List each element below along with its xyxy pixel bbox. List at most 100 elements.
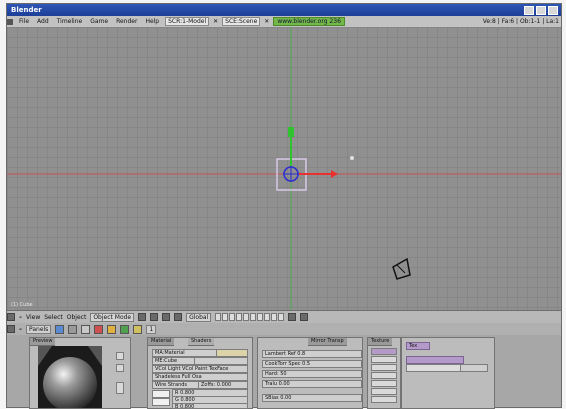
- shadow-bias-field[interactable]: SBias 0.00: [262, 394, 362, 402]
- camera-icon[interactable]: [392, 257, 411, 280]
- tex-button[interactable]: Tex: [406, 342, 430, 350]
- shaders-tab[interactable]: Shaders: [188, 338, 215, 346]
- preview-type-button[interactable]: [116, 352, 124, 360]
- texture-slots-panel: Texture: [367, 337, 401, 409]
- texture-slot[interactable]: [371, 356, 397, 363]
- zoffs-field[interactable]: Zoffs: 0.000: [198, 381, 248, 389]
- texture-tab[interactable]: Texture: [368, 338, 393, 346]
- draw-type-icon[interactable]: [138, 313, 147, 321]
- menu-help[interactable]: Help: [143, 18, 161, 25]
- window-title-bar: Blender: [7, 4, 561, 16]
- editor-type-icon[interactable]: [7, 325, 15, 333]
- wire-options[interactable]: Wire Strands: [152, 381, 202, 389]
- texture-options-row[interactable]: [460, 364, 488, 372]
- pivot-icon[interactable]: [150, 313, 159, 321]
- gizmo-y-arrow-head[interactable]: [288, 127, 294, 137]
- gizmo-x-arrow-head[interactable]: [331, 170, 338, 178]
- material-tab[interactable]: Material: [148, 338, 175, 346]
- menu-timeline[interactable]: Timeline: [55, 18, 85, 25]
- frame-number[interactable]: 1: [146, 324, 157, 334]
- translucency-field[interactable]: Tralu 0.00: [262, 380, 362, 388]
- editor-type-icon[interactable]: [7, 313, 15, 321]
- translate-icon[interactable]: [174, 313, 183, 321]
- layer-button[interactable]: [271, 313, 278, 321]
- texture-slot[interactable]: [371, 372, 397, 379]
- close-button[interactable]: [548, 6, 558, 15]
- texture-slot[interactable]: [371, 380, 397, 387]
- world-context-icon[interactable]: [120, 324, 130, 334]
- collapse-header-icon[interactable]: –: [19, 326, 22, 333]
- layer-button[interactable]: [229, 313, 236, 321]
- scene-delete-icon[interactable]: ✕: [264, 18, 269, 25]
- collapse-header-icon[interactable]: –: [19, 314, 22, 321]
- b-slider[interactable]: B 0.800: [172, 403, 248, 409]
- texture-slot[interactable]: [371, 388, 397, 395]
- menu-add[interactable]: Add: [35, 18, 51, 25]
- layer-button[interactable]: [236, 313, 243, 321]
- texture-slot[interactable]: [371, 396, 397, 403]
- layer-button[interactable]: [222, 313, 229, 321]
- layer-button[interactable]: [250, 313, 257, 321]
- vcol-options[interactable]: VCol Light VCol Paint TexFace: [152, 365, 248, 373]
- texture-slot[interactable]: [371, 364, 397, 371]
- specular-shader-row[interactable]: CookTorr Spec 0.5: [262, 360, 362, 368]
- menu-render[interactable]: Render: [114, 18, 139, 25]
- layer-button[interactable]: [243, 313, 250, 321]
- material-name-field[interactable]: MA:Material: [152, 349, 220, 357]
- lamp-context-icon[interactable]: [107, 324, 117, 334]
- menu-select[interactable]: Select: [44, 314, 63, 321]
- shadeless-options[interactable]: Shadeless Full Osa: [152, 373, 248, 381]
- window-type-icon[interactable]: [7, 18, 13, 25]
- render-icon[interactable]: [300, 313, 309, 321]
- menu-file[interactable]: File: [17, 18, 31, 25]
- blender-window: Blender File Add Timeline Game Render He…: [6, 3, 562, 409]
- texture-mapping-row[interactable]: [406, 356, 464, 364]
- layer-button[interactable]: [264, 313, 271, 321]
- hardness-field[interactable]: Hard: 50: [262, 370, 362, 378]
- diffuse-shader-row[interactable]: Lambert Ref 0.8: [262, 350, 362, 358]
- window-controls: [524, 6, 558, 15]
- script-context-icon[interactable]: [68, 324, 78, 334]
- menu-game[interactable]: Game: [88, 18, 110, 25]
- preview-sphere-icon: [38, 346, 102, 408]
- menu-object[interactable]: Object: [67, 314, 87, 321]
- preview-type-button[interactable]: [116, 364, 124, 372]
- mirror-transp-tab[interactable]: Mirror Transp: [308, 338, 347, 346]
- material-context-icon[interactable]: [94, 324, 104, 334]
- buttons-window: Preview Material Shaders MA:Material ME:…: [7, 335, 561, 409]
- layer-button[interactable]: [278, 313, 285, 321]
- shading-context-icon[interactable]: [81, 324, 91, 334]
- lock-icon[interactable]: [288, 313, 297, 321]
- screen-selector[interactable]: SCR:1-Model: [165, 17, 210, 26]
- window-title: Blender: [11, 6, 42, 14]
- logic-context-icon[interactable]: [55, 324, 65, 334]
- spec-swatch[interactable]: [152, 398, 170, 406]
- scene-stats: Ve:8 | Fa:6 | Ob:1-1 | La:1: [482, 18, 559, 25]
- orientation-selector[interactable]: Global: [186, 312, 212, 322]
- layer-button[interactable]: [257, 313, 264, 321]
- lamp-icon[interactable]: [350, 156, 354, 160]
- texture-slot[interactable]: [371, 348, 397, 355]
- color-swatch[interactable]: [152, 390, 170, 398]
- mesh-link-field[interactable]: ME:Cube: [152, 357, 198, 365]
- preview-type-button[interactable]: [116, 382, 124, 394]
- panels-menu[interactable]: Panels: [26, 324, 52, 334]
- material-users-field[interactable]: [216, 349, 248, 357]
- active-object-label: (1) Cube: [11, 302, 33, 308]
- menu-view[interactable]: View: [26, 314, 40, 321]
- manipulator-icon[interactable]: [162, 313, 171, 321]
- mode-selector[interactable]: Object Mode: [90, 312, 135, 322]
- minimize-button[interactable]: [524, 6, 534, 15]
- blender-url-badge[interactable]: www.blender.org 236: [273, 17, 345, 26]
- preview-panel: Preview: [29, 337, 131, 409]
- texture-context-icon[interactable]: [133, 324, 143, 334]
- layer-button[interactable]: [215, 313, 222, 321]
- maximize-button[interactable]: [536, 6, 546, 15]
- screen-delete-icon[interactable]: ✕: [213, 18, 218, 25]
- link-buttons[interactable]: [194, 357, 248, 365]
- preview-tab[interactable]: Preview: [30, 338, 56, 346]
- texture-coords-row[interactable]: [406, 364, 464, 372]
- scene-selector[interactable]: SCE:Scene: [222, 17, 261, 26]
- layer-buttons: [215, 313, 285, 321]
- 3d-viewport[interactable]: (1) Cube: [7, 27, 561, 310]
